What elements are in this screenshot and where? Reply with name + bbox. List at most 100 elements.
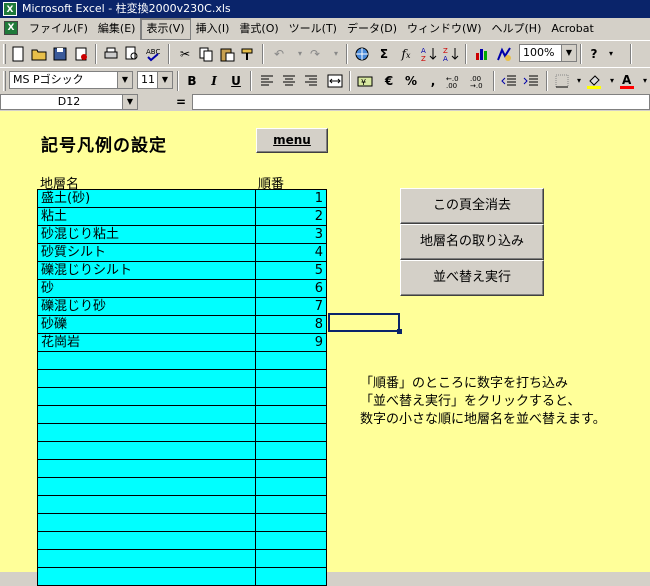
underline-button[interactable]: U <box>227 72 245 90</box>
name-box[interactable]: D12 ▼ <box>0 94 138 110</box>
menu-item[interactable]: 表示(V) <box>140 18 191 40</box>
sort-descending-icon[interactable]: ZA <box>442 45 460 63</box>
menu-item[interactable]: データ(D) <box>342 18 402 40</box>
align-left-icon[interactable] <box>258 72 276 90</box>
font-name-combo[interactable]: MS Pゴシック ▼ <box>9 71 133 89</box>
new-file-icon[interactable] <box>9 45 27 63</box>
layer-name-cell[interactable] <box>37 549 256 568</box>
layer-name-cell[interactable] <box>37 423 256 442</box>
layer-name-cell[interactable] <box>37 477 256 496</box>
order-cell[interactable] <box>255 423 327 442</box>
order-cell[interactable] <box>255 441 327 460</box>
layer-name-cell[interactable] <box>37 405 256 424</box>
sort-button[interactable]: 並べ替え実行 <box>400 260 544 296</box>
layer-name-cell[interactable] <box>37 351 256 370</box>
font-color-dropdown-icon[interactable]: ▾ <box>636 72 650 90</box>
toolbar-grip[interactable] <box>3 44 6 64</box>
layer-name-cell[interactable]: 砂混じり粘土 <box>37 225 256 244</box>
help-icon[interactable]: ? <box>585 45 603 63</box>
cut-icon[interactable]: ✂ <box>176 45 194 63</box>
layer-name-cell[interactable]: 盛土(砂) <box>37 189 256 208</box>
format-painter-icon[interactable] <box>239 45 257 63</box>
layer-name-cell[interactable]: 砂質シルト <box>37 243 256 262</box>
layer-name-cell[interactable]: 花崗岩 <box>37 333 256 352</box>
function-wizard-icon[interactable]: fx <box>397 45 415 63</box>
order-cell[interactable]: 4 <box>255 243 327 262</box>
chevron-down-icon[interactable]: ▼ <box>117 72 132 88</box>
chart-wizard-icon[interactable] <box>473 45 491 63</box>
order-cell[interactable] <box>255 495 327 514</box>
increase-decimal-icon[interactable]: ←.0.00 <box>446 72 464 90</box>
layer-name-cell[interactable] <box>37 531 256 550</box>
yen-currency-icon[interactable]: ¥ <box>356 72 374 90</box>
excel-app-icon[interactable]: X <box>3 2 17 16</box>
merge-center-icon[interactable] <box>326 72 344 90</box>
font-size-combo[interactable]: 11 ▼ <box>137 71 173 89</box>
redo-dropdown-icon[interactable]: ▾ <box>327 45 345 63</box>
order-cell[interactable]: 1 <box>255 189 327 208</box>
order-cell[interactable]: 3 <box>255 225 327 244</box>
chevron-down-icon[interactable]: ▼ <box>561 45 576 61</box>
print-icon[interactable] <box>102 45 120 63</box>
layer-name-cell[interactable]: 砂 <box>37 279 256 298</box>
font-color-icon[interactable]: A <box>618 72 636 90</box>
align-right-icon[interactable] <box>302 72 320 90</box>
decrease-indent-icon[interactable] <box>500 72 518 90</box>
toolbar-grip[interactable] <box>3 71 6 91</box>
bold-button[interactable]: B <box>183 72 201 90</box>
order-cell[interactable]: 8 <box>255 315 327 334</box>
align-center-icon[interactable] <box>280 72 298 90</box>
order-cell[interactable] <box>255 531 327 550</box>
order-cell[interactable]: 9 <box>255 333 327 352</box>
chevron-down-icon[interactable]: ▼ <box>122 95 137 109</box>
menu-item[interactable]: ウィンドウ(W) <box>402 18 486 40</box>
order-cell[interactable]: 7 <box>255 297 327 316</box>
formula-input[interactable] <box>192 94 650 110</box>
order-cell[interactable] <box>255 459 327 478</box>
layer-name-cell[interactable] <box>37 495 256 514</box>
layer-name-cell[interactable] <box>37 513 256 532</box>
order-cell[interactable] <box>255 369 327 388</box>
menu-button[interactable]: menu <box>256 128 328 153</box>
layer-name-cell[interactable]: 礫混じりシルト <box>37 261 256 280</box>
order-cell[interactable] <box>255 477 327 496</box>
print-preview-icon[interactable] <box>123 45 141 63</box>
order-cell[interactable] <box>255 567 327 586</box>
order-cell[interactable]: 6 <box>255 279 327 298</box>
order-cell[interactable] <box>255 513 327 532</box>
percent-style-button[interactable]: % <box>402 72 420 90</box>
layer-name-cell[interactable] <box>37 369 256 388</box>
menu-item[interactable]: 挿入(I) <box>191 18 235 40</box>
permission-icon[interactable] <box>72 45 90 63</box>
spellcheck-icon[interactable]: ABC <box>144 45 162 63</box>
italic-button[interactable]: I <box>205 72 223 90</box>
open-folder-icon[interactable] <box>30 45 48 63</box>
layer-name-cell[interactable] <box>37 459 256 478</box>
layer-name-cell[interactable]: 礫混じり砂 <box>37 297 256 316</box>
borders-icon[interactable] <box>553 72 571 90</box>
formula-equals[interactable]: = <box>176 95 186 109</box>
undo-icon[interactable]: ↶ <box>270 45 288 63</box>
worksheet[interactable]: 記号凡例の設定 menu 地層名 順番 盛土(砂) 1 粘土 2 砂混じり粘土 3 砂質シル… <box>0 111 650 586</box>
menu-item[interactable]: 書式(O) <box>234 18 283 40</box>
paste-icon[interactable] <box>218 45 236 63</box>
redo-icon[interactable]: ↷ <box>306 45 324 63</box>
layer-name-cell[interactable]: 粘土 <box>37 207 256 226</box>
sort-ascending-icon[interactable]: AZ <box>420 45 438 63</box>
comma-style-button[interactable]: , <box>424 72 442 90</box>
fill-color-icon[interactable] <box>585 72 603 90</box>
copy-icon[interactable] <box>197 45 215 63</box>
menu-item[interactable]: ファイル(F) <box>24 18 93 40</box>
import-names-button[interactable]: 地層名の取り込み <box>400 224 544 260</box>
menu-item[interactable]: ツール(T) <box>284 18 342 40</box>
menu-item[interactable]: 編集(E) <box>93 18 141 40</box>
drawing-icon[interactable] <box>495 45 513 63</box>
help-dropdown-icon[interactable]: ▾ <box>602 45 620 63</box>
layer-name-cell[interactable] <box>37 567 256 586</box>
order-cell[interactable] <box>255 405 327 424</box>
menu-item[interactable]: Acrobat <box>546 18 598 40</box>
menu-item[interactable]: ヘルプ(H) <box>487 18 547 40</box>
chevron-down-icon[interactable]: ▼ <box>157 72 172 88</box>
autosum-icon[interactable]: Σ <box>375 45 393 63</box>
order-cell[interactable]: 2 <box>255 207 327 226</box>
